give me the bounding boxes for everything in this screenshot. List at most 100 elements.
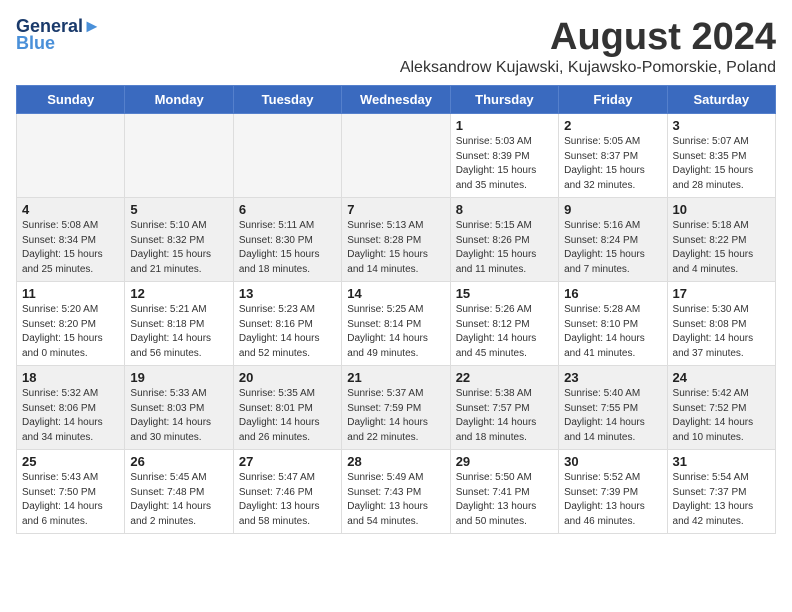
day-number: 26	[130, 454, 227, 469]
calendar-day-cell: 26 Sunrise: 5:45 AM Sunset: 7:48 PM Dayli…	[125, 450, 233, 534]
calendar-empty-cell	[342, 114, 450, 198]
calendar-day-cell: 24 Sunrise: 5:42 AM Sunset: 7:52 PM Dayli…	[667, 366, 775, 450]
calendar-empty-cell	[233, 114, 341, 198]
day-number: 28	[347, 454, 444, 469]
day-number: 24	[673, 370, 770, 385]
day-info: Sunrise: 5:13 AM Sunset: 8:28 PM Dayligh…	[347, 219, 444, 277]
calendar-day-cell: 17 Sunrise: 5:30 AM Sunset: 8:08 PM Dayli…	[667, 282, 775, 366]
calendar-table: SundayMondayTuesdayWednesdayThursdayFrid…	[16, 85, 776, 534]
calendar-day-cell: 22 Sunrise: 5:38 AM Sunset: 7:57 PM Dayli…	[450, 366, 558, 450]
day-info: Sunrise: 5:38 AM Sunset: 7:57 PM Dayligh…	[456, 387, 553, 445]
day-info: Sunrise: 5:11 AM Sunset: 8:30 PM Dayligh…	[239, 219, 336, 277]
day-number: 12	[130, 286, 227, 301]
day-number: 1	[456, 118, 553, 133]
day-info: Sunrise: 5:40 AM Sunset: 7:55 PM Dayligh…	[564, 387, 661, 445]
day-number: 15	[456, 286, 553, 301]
day-number: 23	[564, 370, 661, 385]
day-number: 29	[456, 454, 553, 469]
calendar-week-row: 1 Sunrise: 5:03 AM Sunset: 8:39 PM Daylig…	[17, 114, 776, 198]
day-info: Sunrise: 5:33 AM Sunset: 8:03 PM Dayligh…	[130, 387, 227, 445]
day-info: Sunrise: 5:50 AM Sunset: 7:41 PM Dayligh…	[456, 471, 553, 529]
day-number: 20	[239, 370, 336, 385]
calendar-day-cell: 10 Sunrise: 5:18 AM Sunset: 8:22 PM Dayli…	[667, 198, 775, 282]
day-number: 8	[456, 202, 553, 217]
calendar-day-cell: 23 Sunrise: 5:40 AM Sunset: 7:55 PM Dayli…	[559, 366, 667, 450]
calendar-empty-cell	[17, 114, 125, 198]
day-info: Sunrise: 5:47 AM Sunset: 7:46 PM Dayligh…	[239, 471, 336, 529]
calendar-day-cell: 14Sunrise: 5:25 AM Sunset: 8:14 PM Dayli…	[342, 282, 450, 366]
day-number: 19	[130, 370, 227, 385]
day-number: 9	[564, 202, 661, 217]
calendar-day-cell: 30 Sunrise: 5:52 AM Sunset: 7:39 PM Dayli…	[559, 450, 667, 534]
calendar-day-cell: 13Sunrise: 5:23 AM Sunset: 8:16 PM Dayli…	[233, 282, 341, 366]
calendar-week-row: 18 Sunrise: 5:32 AM Sunset: 8:06 PM Dayli…	[17, 366, 776, 450]
day-info: Sunrise: 5:26 AM Sunset: 8:12 PM Dayligh…	[456, 303, 553, 361]
page-header: General► Blue August 2024 Aleksandrow Ku…	[16, 16, 776, 77]
weekday-header: Sunday	[17, 86, 125, 114]
weekday-header: Friday	[559, 86, 667, 114]
day-info: Sunrise: 5:08 AM Sunset: 8:34 PM Dayligh…	[22, 219, 119, 277]
calendar-day-cell: 7Sunrise: 5:13 AM Sunset: 8:28 PM Daylig…	[342, 198, 450, 282]
calendar-day-cell: 2 Sunrise: 5:05 AM Sunset: 8:37 PM Daylig…	[559, 114, 667, 198]
day-number: 27	[239, 454, 336, 469]
title-section: August 2024 Aleksandrow Kujawski, Kujaws…	[400, 16, 776, 77]
calendar-day-cell: 5 Sunrise: 5:10 AM Sunset: 8:32 PM Daylig…	[125, 198, 233, 282]
calendar-day-cell: 6 Sunrise: 5:11 AM Sunset: 8:30 PM Daylig…	[233, 198, 341, 282]
day-number: 22	[456, 370, 553, 385]
weekday-header: Saturday	[667, 86, 775, 114]
calendar-header-row: SundayMondayTuesdayWednesdayThursdayFrid…	[17, 86, 776, 114]
day-number: 30	[564, 454, 661, 469]
day-number: 10	[673, 202, 770, 217]
day-info: Sunrise: 5:35 AM Sunset: 8:01 PM Dayligh…	[239, 387, 336, 445]
day-info: Sunrise: 5:37 AM Sunset: 7:59 PM Dayligh…	[347, 387, 444, 445]
weekday-header: Tuesday	[233, 86, 341, 114]
calendar-day-cell: 27 Sunrise: 5:47 AM Sunset: 7:46 PM Dayli…	[233, 450, 341, 534]
calendar-day-cell: 19 Sunrise: 5:33 AM Sunset: 8:03 PM Dayli…	[125, 366, 233, 450]
day-number: 4	[22, 202, 119, 217]
day-info: Sunrise: 5:16 AM Sunset: 8:24 PM Dayligh…	[564, 219, 661, 277]
day-number: 6	[239, 202, 336, 217]
calendar-day-cell: 9 Sunrise: 5:16 AM Sunset: 8:24 PM Daylig…	[559, 198, 667, 282]
calendar-day-cell: 25Sunrise: 5:43 AM Sunset: 7:50 PM Dayli…	[17, 450, 125, 534]
calendar-day-cell: 18 Sunrise: 5:32 AM Sunset: 8:06 PM Dayli…	[17, 366, 125, 450]
logo: General► Blue	[16, 16, 101, 54]
day-info: Sunrise: 5:49 AM Sunset: 7:43 PM Dayligh…	[347, 471, 444, 529]
day-number: 18	[22, 370, 119, 385]
day-number: 25	[22, 454, 119, 469]
day-number: 11	[22, 286, 119, 301]
day-number: 3	[673, 118, 770, 133]
day-info: Sunrise: 5:18 AM Sunset: 8:22 PM Dayligh…	[673, 219, 770, 277]
page-subtitle: Aleksandrow Kujawski, Kujawsko-Pomorskie…	[400, 59, 776, 77]
calendar-day-cell: 8 Sunrise: 5:15 AM Sunset: 8:26 PM Daylig…	[450, 198, 558, 282]
calendar-day-cell: 31Sunrise: 5:54 AM Sunset: 7:37 PM Dayli…	[667, 450, 775, 534]
day-info: Sunrise: 5:54 AM Sunset: 7:37 PM Dayligh…	[673, 471, 770, 529]
day-info: Sunrise: 5:15 AM Sunset: 8:26 PM Dayligh…	[456, 219, 553, 277]
day-info: Sunrise: 5:45 AM Sunset: 7:48 PM Dayligh…	[130, 471, 227, 529]
calendar-day-cell: 28 Sunrise: 5:49 AM Sunset: 7:43 PM Dayli…	[342, 450, 450, 534]
calendar-week-row: 11Sunrise: 5:20 AM Sunset: 8:20 PM Dayli…	[17, 282, 776, 366]
calendar-week-row: 25Sunrise: 5:43 AM Sunset: 7:50 PM Dayli…	[17, 450, 776, 534]
day-info: Sunrise: 5:30 AM Sunset: 8:08 PM Dayligh…	[673, 303, 770, 361]
day-number: 2	[564, 118, 661, 133]
day-info: Sunrise: 5:32 AM Sunset: 8:06 PM Dayligh…	[22, 387, 119, 445]
day-number: 17	[673, 286, 770, 301]
day-info: Sunrise: 5:10 AM Sunset: 8:32 PM Dayligh…	[130, 219, 227, 277]
logo-blue: Blue	[16, 33, 55, 54]
day-number: 5	[130, 202, 227, 217]
day-info: Sunrise: 5:25 AM Sunset: 8:14 PM Dayligh…	[347, 303, 444, 361]
calendar-day-cell: 3 Sunrise: 5:07 AM Sunset: 8:35 PM Daylig…	[667, 114, 775, 198]
calendar-day-cell: 4 Sunrise: 5:08 AM Sunset: 8:34 PM Daylig…	[17, 198, 125, 282]
day-info: Sunrise: 5:52 AM Sunset: 7:39 PM Dayligh…	[564, 471, 661, 529]
calendar-day-cell: 20 Sunrise: 5:35 AM Sunset: 8:01 PM Dayli…	[233, 366, 341, 450]
page-title: August 2024	[400, 16, 776, 59]
calendar-day-cell: 16Sunrise: 5:28 AM Sunset: 8:10 PM Dayli…	[559, 282, 667, 366]
day-info: Sunrise: 5:07 AM Sunset: 8:35 PM Dayligh…	[673, 135, 770, 193]
day-info: Sunrise: 5:42 AM Sunset: 7:52 PM Dayligh…	[673, 387, 770, 445]
weekday-header: Monday	[125, 86, 233, 114]
day-number: 16	[564, 286, 661, 301]
calendar-day-cell: 1 Sunrise: 5:03 AM Sunset: 8:39 PM Daylig…	[450, 114, 558, 198]
day-info: Sunrise: 5:03 AM Sunset: 8:39 PM Dayligh…	[456, 135, 553, 193]
day-info: Sunrise: 5:05 AM Sunset: 8:37 PM Dayligh…	[564, 135, 661, 193]
calendar-day-cell: 21Sunrise: 5:37 AM Sunset: 7:59 PM Dayli…	[342, 366, 450, 450]
calendar-day-cell: 12Sunrise: 5:21 AM Sunset: 8:18 PM Dayli…	[125, 282, 233, 366]
